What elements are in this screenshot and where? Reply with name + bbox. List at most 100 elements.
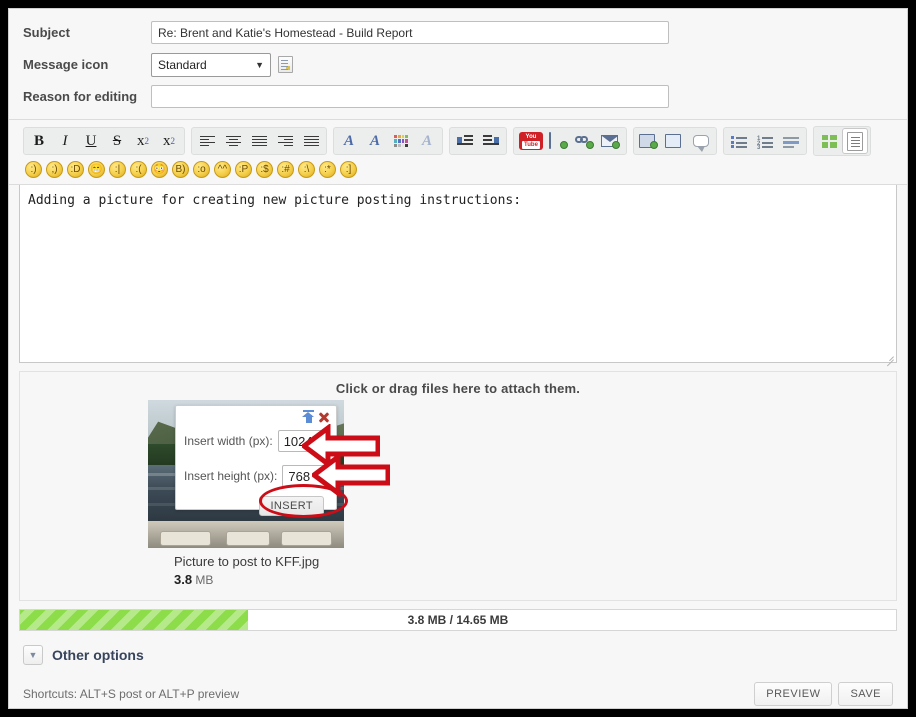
align-block-icon — [303, 135, 319, 147]
preview-button[interactable]: PREVIEW — [754, 682, 833, 706]
emoji-item[interactable]: :) — [25, 161, 42, 178]
float-left-icon — [457, 135, 473, 147]
emoji-item[interactable]: :\ — [298, 161, 315, 178]
emoji-item[interactable]: :* — [319, 161, 336, 178]
align-justify-icon — [251, 135, 267, 147]
editor-toolbar: B I U S x2 x2 A A A You Tube 1 2 3:) ;)… — [9, 119, 907, 185]
emoji-item[interactable]: :P — [235, 161, 252, 178]
toolbar-group-media: You Tube — [513, 127, 627, 155]
upload-progress-text: 3.8 MB / 14.65 MB — [407, 613, 509, 627]
source-view-button[interactable] — [842, 128, 868, 154]
horizontal-rule-button[interactable] — [778, 129, 804, 153]
message-body-textarea[interactable]: Adding a picture for creating new pictur… — [19, 185, 897, 363]
maximize-button[interactable] — [816, 129, 842, 153]
emoji-item[interactable]: :# — [277, 161, 294, 178]
color-palette-icon — [394, 135, 408, 147]
attachment-filesize-value: 3.8 — [174, 572, 193, 587]
insert-table-button[interactable] — [636, 129, 662, 153]
dialog-tools — [302, 410, 330, 424]
message-icon-value: Standard — [158, 57, 207, 72]
insert-code-button[interactable] — [662, 129, 688, 153]
subscript-button[interactable]: x2 — [156, 129, 182, 153]
resize-grip[interactable] — [885, 351, 894, 360]
insert-height-value: 768 — [288, 468, 311, 484]
form-fields: Subject Re: Brent and Katie's Homestead … — [9, 9, 907, 119]
float-right-button[interactable] — [478, 129, 504, 153]
message-icon-select[interactable]: Standard ▼ — [151, 52, 271, 77]
emoji-item[interactable]: :( — [130, 161, 147, 178]
insert-quote-button[interactable] — [688, 129, 714, 153]
insert-link-button[interactable] — [572, 129, 598, 153]
reason-input[interactable] — [151, 85, 669, 108]
message-icon-preview-icon — [278, 56, 293, 73]
insert-image-button[interactable] — [546, 129, 572, 153]
numbered-list-button[interactable]: 1 2 3 — [752, 129, 778, 153]
attachment-filesize-unit: MB — [195, 573, 214, 587]
italic-button[interactable]: I — [52, 129, 78, 153]
toolbar-group-view — [813, 126, 871, 156]
other-options-row[interactable]: ▼ Other options — [9, 631, 907, 665]
align-block-button[interactable] — [298, 129, 324, 153]
reason-label: Reason for editing — [23, 89, 138, 104]
underline-button[interactable]: U — [78, 129, 104, 153]
toolbar-group-insert — [633, 127, 717, 155]
emoji-item[interactable]: :| — [109, 161, 126, 178]
quote-bubble-icon — [693, 135, 709, 152]
toolbar-group-text-style: B I U S x2 x2 — [23, 127, 185, 155]
maximize-icon — [821, 134, 837, 148]
code-icon — [665, 133, 685, 149]
font-size-button[interactable]: A — [362, 129, 388, 153]
toolbar-row-main: B I U S x2 x2 A A A You Tube 1 2 3 — [9, 126, 907, 156]
bold-button[interactable]: B — [26, 129, 52, 153]
attachment-dropzone[interactable]: Click or drag files here to attach them.… — [19, 371, 897, 601]
insert-width-label: Insert width (px): — [184, 434, 273, 448]
chevron-down-icon: ▼ — [255, 59, 264, 70]
close-icon[interactable] — [318, 411, 330, 424]
font-color-button[interactable] — [388, 129, 414, 153]
float-left-button[interactable] — [452, 129, 478, 153]
bullet-list-button[interactable] — [726, 129, 752, 153]
image-icon — [549, 132, 569, 149]
emoji-item[interactable]: :] — [340, 161, 357, 178]
subject-label: Subject — [23, 25, 70, 40]
toolbar-group-lists: 1 2 3 — [723, 127, 807, 155]
insert-height-label: Insert height (px): — [184, 469, 278, 483]
font-face-button[interactable]: A — [336, 129, 362, 153]
link-icon — [575, 133, 595, 149]
chevron-down-icon[interactable]: ▼ — [23, 645, 43, 665]
emoji-item[interactable]: ;) — [46, 161, 63, 178]
remove-format-button[interactable]: A — [414, 129, 440, 153]
table-icon — [639, 133, 659, 149]
emoji-item[interactable]: 😳 — [151, 161, 168, 178]
numbered-list-icon: 1 2 3 — [757, 135, 773, 151]
emoji-item[interactable]: :o — [193, 161, 210, 178]
horizontal-rule-icon — [783, 135, 799, 148]
emoji-item[interactable]: B) — [172, 161, 189, 178]
message-icon-row: Message icon Standard ▼ — [9, 49, 907, 80]
emoji-item[interactable]: :D — [67, 161, 84, 178]
bullet-list-icon — [731, 135, 747, 148]
email-icon — [601, 133, 621, 149]
footer-buttons: PREVIEW SAVE — [754, 682, 893, 706]
align-justify-button[interactable] — [246, 129, 272, 153]
align-center-button[interactable] — [220, 129, 246, 153]
align-left-button[interactable] — [194, 129, 220, 153]
insert-email-button[interactable] — [598, 129, 624, 153]
attachment-filename: Picture to post to KFF.jpg — [174, 554, 320, 569]
emoji-item[interactable]: ^^ — [214, 161, 231, 178]
attachment-filesize: 3.8 MB — [148, 569, 344, 587]
align-right-button[interactable] — [272, 129, 298, 153]
toolbar-group-indent — [449, 127, 507, 155]
float-right-icon — [483, 135, 499, 147]
align-right-icon — [277, 135, 293, 147]
emoji-item[interactable]: 😁 — [88, 161, 105, 178]
youtube-button[interactable]: You Tube — [516, 129, 546, 153]
emoji-item[interactable]: :$ — [256, 161, 273, 178]
emoji-picker-row: :) ;) :D 😁 :| :( 😳 B) :o ^^ :P :$ :# :\ … — [9, 156, 907, 180]
upload-icon[interactable] — [302, 410, 315, 424]
superscript-button[interactable]: x2 — [130, 129, 156, 153]
subject-input[interactable]: Re: Brent and Katie's Homestead - Build … — [151, 21, 669, 44]
strikethrough-button[interactable]: S — [104, 129, 130, 153]
align-left-icon — [199, 135, 215, 147]
save-button[interactable]: SAVE — [838, 682, 893, 706]
